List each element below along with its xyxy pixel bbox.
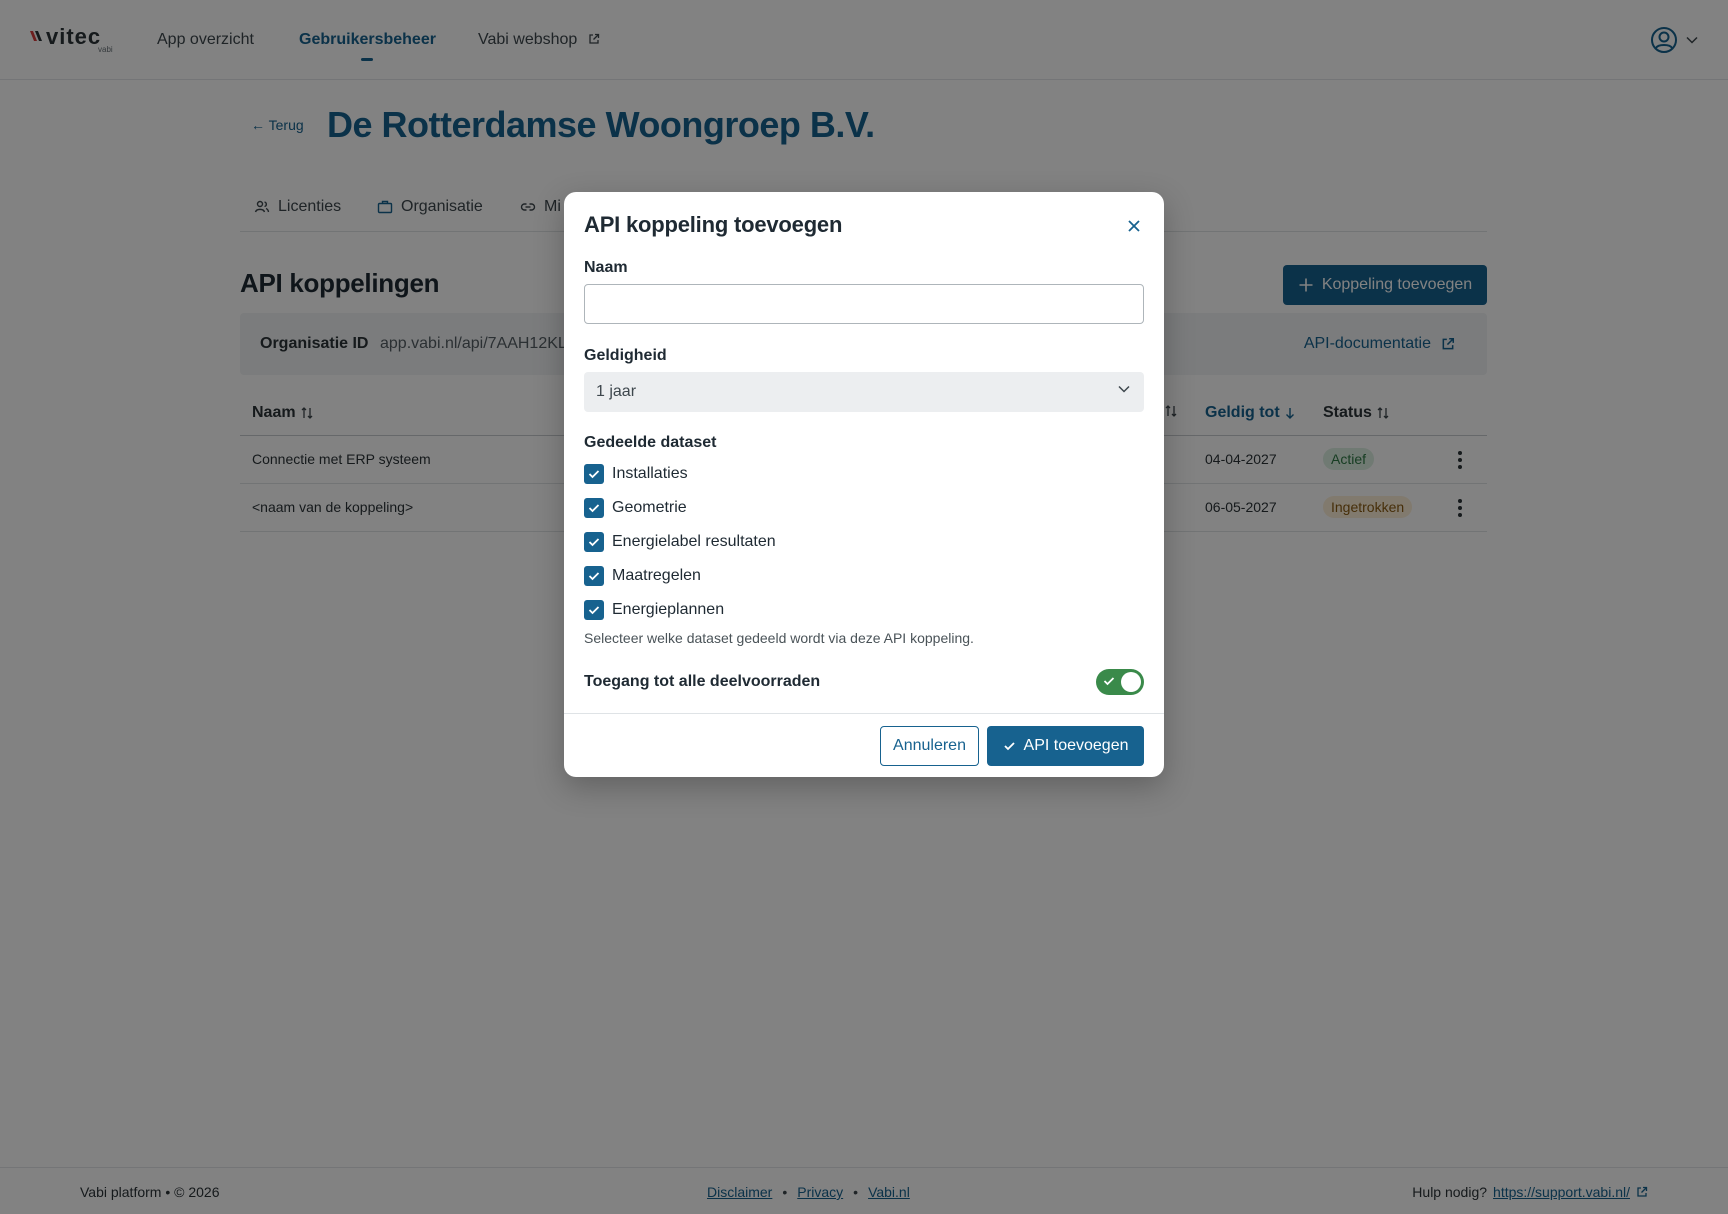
validity-select-value: 1 jaar [596,383,637,400]
checkbox-label: Energielabel resultaten [612,533,776,550]
checkbox-energieplannen[interactable]: Energieplannen [584,598,724,622]
dialog-divider [564,713,1164,714]
add-api-link-dialog: API koppeling toevoegen Naam Geldigheid … [564,192,1164,777]
checkbox-checked[interactable] [584,566,604,586]
add-api-button-label: API toevoegen [1023,737,1129,754]
toggle-knob [1121,672,1141,692]
name-field[interactable] [584,284,1144,324]
chevron-down-icon [1118,385,1130,393]
access-toggle-label: Toegang tot alle deelvoorraden [584,673,821,690]
check-icon [588,538,600,547]
dataset-group-label: Gedeelde dataset [584,434,717,451]
dialog-title: API koppeling toevoegen [584,212,843,237]
check-icon [1003,742,1015,751]
check-icon [588,572,600,581]
dataset-helper-text: Selecteer welke dataset gedeeld wordt vi… [584,630,974,646]
name-field-label: Naam [584,259,628,276]
validity-field-label: Geldigheid [584,347,667,364]
check-icon [588,470,600,479]
cancel-button[interactable]: Annuleren [880,726,979,766]
add-api-button[interactable]: API toevoegen [987,726,1144,766]
checkbox-maatregelen[interactable]: Maatregelen [584,564,701,588]
check-icon [1103,677,1115,686]
validity-select[interactable]: 1 jaar [584,372,1144,412]
check-icon [588,504,600,513]
check-icon [588,606,600,615]
checkbox-checked[interactable] [584,498,604,518]
checkbox-installaties[interactable]: Installaties [584,462,688,486]
checkbox-checked[interactable] [584,600,604,620]
access-toggle[interactable] [1096,669,1144,695]
checkbox-label: Maatregelen [612,567,701,584]
checkbox-geometrie[interactable]: Geometrie [584,496,687,520]
checkbox-label: Installaties [612,465,688,482]
checkbox-energielabel-resultaten[interactable]: Energielabel resultaten [584,530,776,554]
close-icon[interactable] [1124,216,1144,236]
checkbox-label: Geometrie [612,499,687,516]
checkbox-checked[interactable] [584,464,604,484]
checkbox-label: Energieplannen [612,601,725,618]
checkbox-checked[interactable] [584,532,604,552]
